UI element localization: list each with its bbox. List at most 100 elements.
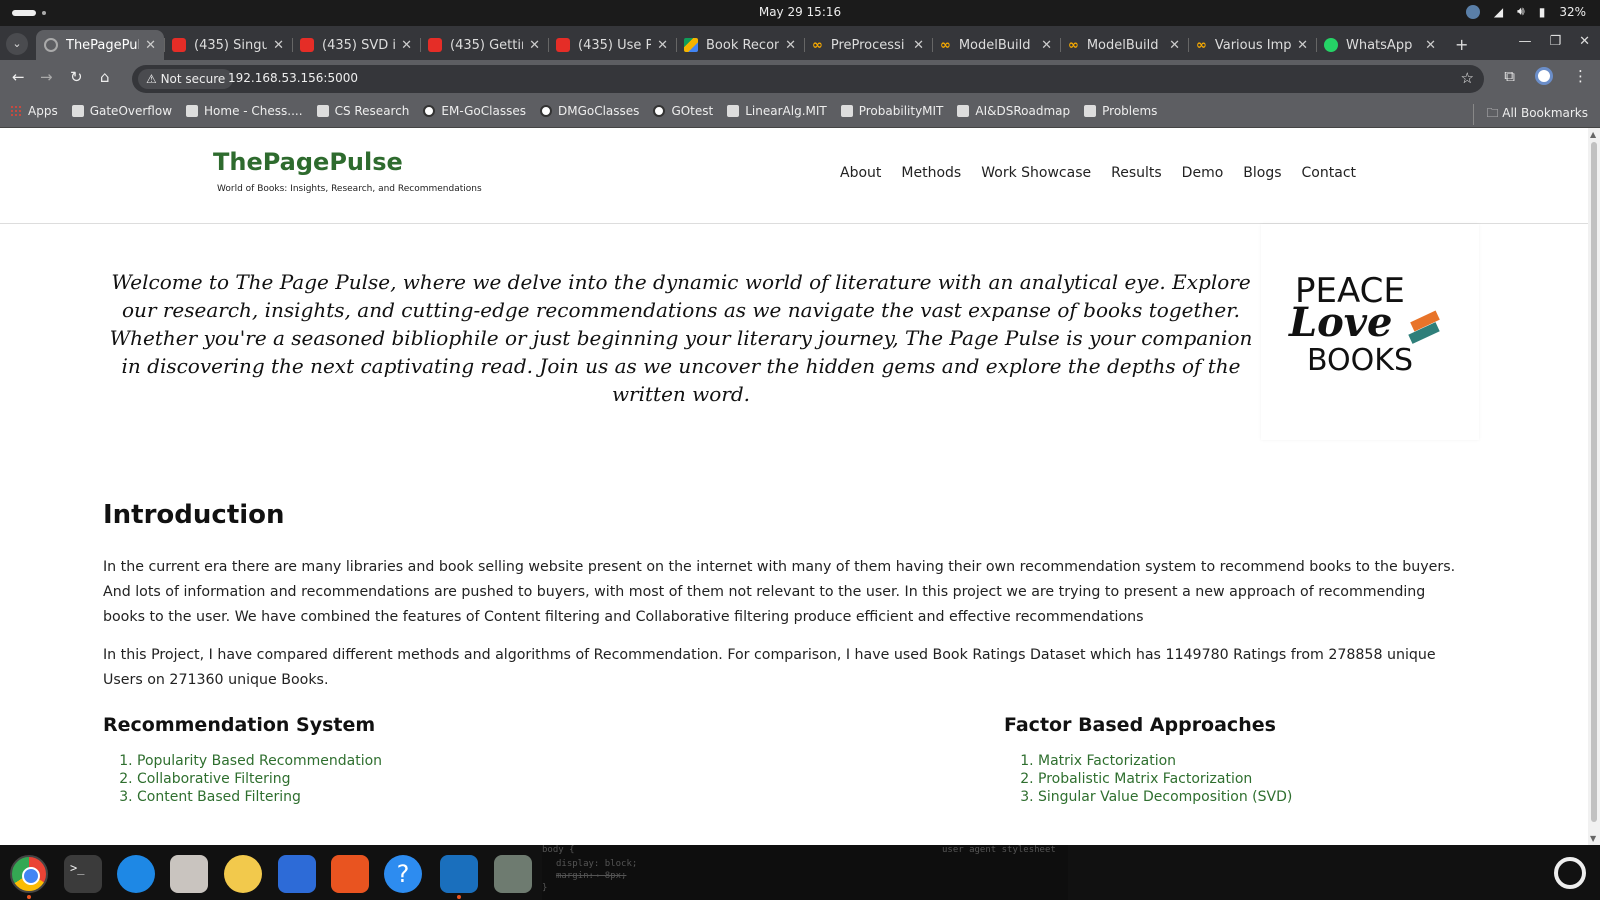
bookmark-item[interactable]: Home - Chess.... [186, 104, 303, 118]
forward-icon[interactable]: → [40, 68, 53, 86]
browser-tab[interactable]: (435) Use Py ✕ [548, 30, 676, 60]
terminal-app-icon[interactable]: >_ [64, 855, 102, 893]
files-app-icon[interactable] [170, 855, 208, 893]
tab-title: ModelBuild [1086, 37, 1159, 53]
libreoffice-writer-app-icon[interactable] [278, 855, 316, 893]
nav-link-about[interactable]: About [840, 165, 881, 181]
show-apps-icon[interactable] [1554, 857, 1586, 889]
all-bookmarks-button[interactable]: 🗀 All Bookmarks [1473, 104, 1588, 125]
nav-link-methods[interactable]: Methods [901, 165, 961, 181]
browser-tab[interactable]: ∞ PreProcessi ✕ [804, 30, 932, 60]
tab-title: PreProcessi [830, 37, 905, 53]
list-item[interactable]: Collaborative Filtering [137, 770, 382, 788]
list-item[interactable]: Singular Value Decomposition (SVD) [1038, 788, 1292, 806]
bookmark-favicon-icon [957, 105, 970, 117]
close-tab-icon[interactable]: ✕ [529, 38, 540, 53]
chrome-app-icon[interactable] [10, 855, 48, 893]
trash-icon[interactable] [494, 855, 532, 893]
bookmark-favicon-icon [840, 105, 853, 117]
nav-link-contact[interactable]: Contact [1302, 165, 1356, 181]
bookmark-item[interactable]: Apps [10, 104, 58, 118]
browser-tab[interactable]: (435) Singul ✕ [164, 30, 292, 60]
bookmark-item[interactable]: LinearAlg.MIT [727, 104, 827, 118]
close-tab-icon[interactable]: ✕ [1169, 38, 1180, 53]
new-tab-button[interactable]: + [1455, 35, 1468, 54]
rhythmbox-app-icon[interactable] [224, 855, 262, 893]
tab-title: ThePagePul [66, 37, 140, 53]
browser-tab[interactable]: ∞ ModelBuild ✕ [932, 30, 1060, 60]
browser-toolbar: ← → ↻ ⌂ ⚠ Not secure 192.168.53.156:5000… [0, 60, 1600, 98]
app-center-icon[interactable] [331, 855, 369, 893]
restore-icon[interactable]: ❐ [1549, 34, 1561, 49]
list-item[interactable]: Content Based Filtering [137, 788, 382, 806]
menu-kebab-icon[interactable]: ⋮ [1573, 67, 1588, 85]
intro-paragraph-2: In this Project, I have compared differe… [103, 647, 1436, 688]
help-app-icon[interactable]: ? [384, 855, 422, 893]
bookmark-label: Home - Chess.... [204, 104, 303, 118]
tab-title: WhatsApp [1346, 37, 1413, 53]
browser-tab[interactable]: (435) Gettin ✕ [420, 30, 548, 60]
bookmark-star-icon[interactable]: ☆ [1461, 69, 1474, 87]
bookmark-item[interactable]: EM-GoClasses [423, 104, 526, 118]
bookmark-item[interactable]: GateOverflow [71, 104, 172, 118]
browser-tab[interactable]: WhatsApp ✕ [1316, 30, 1444, 60]
browser-tab[interactable]: ThePagePul ✕ [36, 30, 164, 60]
extensions-icon[interactable]: ⧉ [1504, 67, 1515, 85]
web-page: ThePagePulse World of Books: Insights, R… [0, 128, 1588, 845]
close-tab-icon[interactable]: ✕ [657, 38, 668, 53]
minimize-icon[interactable]: — [1518, 34, 1531, 49]
home-icon[interactable]: ⌂ [100, 68, 110, 86]
bookmark-favicon-icon [71, 105, 84, 117]
back-icon[interactable]: ← [12, 68, 25, 86]
nav-link-results[interactable]: Results [1111, 165, 1162, 181]
page-scrollbar[interactable]: ▲ ▼ [1588, 128, 1600, 845]
bookmark-item[interactable]: AI&DSRoadmap [957, 104, 1070, 118]
address-bar[interactable]: ⚠ Not secure 192.168.53.156:5000 ☆ [132, 65, 1484, 93]
close-tab-icon[interactable]: ✕ [1297, 38, 1308, 53]
bookmark-item[interactable]: GOtest [653, 104, 713, 118]
close-tab-icon[interactable]: ✕ [273, 38, 284, 53]
bookmark-item[interactable]: ProbabilityMIT [840, 104, 943, 118]
close-tab-icon[interactable]: ✕ [401, 38, 412, 53]
list-item[interactable]: Matrix Factorization [1038, 752, 1292, 770]
bookmark-item[interactable]: CS Research [316, 104, 410, 118]
code-line: body { [542, 845, 575, 855]
nav-link-blogs[interactable]: Blogs [1243, 165, 1281, 181]
close-tab-icon[interactable]: ✕ [145, 38, 156, 53]
thunderbird-app-icon[interactable] [117, 855, 155, 893]
system-tray[interactable]: ◢ 🔊︎ ▮ 32% [1465, 4, 1586, 19]
close-tab-icon[interactable]: ✕ [1041, 38, 1052, 53]
scrollbar-thumb[interactable] [1591, 142, 1597, 822]
site-title[interactable]: ThePagePulse [213, 148, 403, 176]
nav-link-demo[interactable]: Demo [1182, 165, 1224, 181]
browser-tab[interactable]: Book Recom ✕ [676, 30, 804, 60]
bookmark-item[interactable]: Problems [1084, 104, 1157, 118]
list-item[interactable]: Popularity Based Recommendation [137, 752, 382, 770]
devtools-style-peek: body { display: block; margin:→ 8px; } u… [542, 845, 1068, 900]
code-line: display: block; [556, 859, 638, 869]
nav-link-work-showcase[interactable]: Work Showcase [981, 165, 1091, 181]
bookmark-label: CS Research [334, 104, 410, 118]
app-indicator-icon[interactable] [1465, 4, 1480, 19]
bookmark-item[interactable]: DMGoClasses [539, 104, 639, 118]
clock[interactable]: May 29 15:16 [0, 5, 1600, 19]
security-chip[interactable]: ⚠ Not secure [138, 69, 234, 89]
browser-tab[interactable]: ∞ Various Imp ✕ [1188, 30, 1316, 60]
code-line: margin:→ 8px; [556, 871, 627, 881]
close-tab-icon[interactable]: ✕ [913, 38, 924, 53]
browser-tab[interactable]: ∞ ModelBuild ✕ [1060, 30, 1188, 60]
list-item[interactable]: Probalistic Matrix Factorization [1038, 770, 1292, 788]
url-text[interactable]: 192.168.53.156:5000 [228, 71, 358, 85]
close-window-icon[interactable]: ✕ [1579, 34, 1590, 49]
scroll-down-icon[interactable]: ▼ [1590, 834, 1596, 843]
tab-strip: ⌄ ThePagePul✕(435) Singul✕(435) SVD in✕(… [0, 26, 1600, 60]
close-tab-icon[interactable]: ✕ [785, 38, 796, 53]
bookmark-label: Problems [1102, 104, 1158, 118]
scroll-up-icon[interactable]: ▲ [1590, 130, 1596, 139]
vscode-app-icon[interactable] [440, 855, 478, 893]
reload-icon[interactable]: ↻ [70, 68, 83, 86]
browser-tab[interactable]: (435) SVD in ✕ [292, 30, 420, 60]
tab-search-button[interactable]: ⌄ [6, 33, 28, 55]
close-tab-icon[interactable]: ✕ [1425, 38, 1436, 53]
profile-avatar[interactable] [1535, 67, 1553, 85]
